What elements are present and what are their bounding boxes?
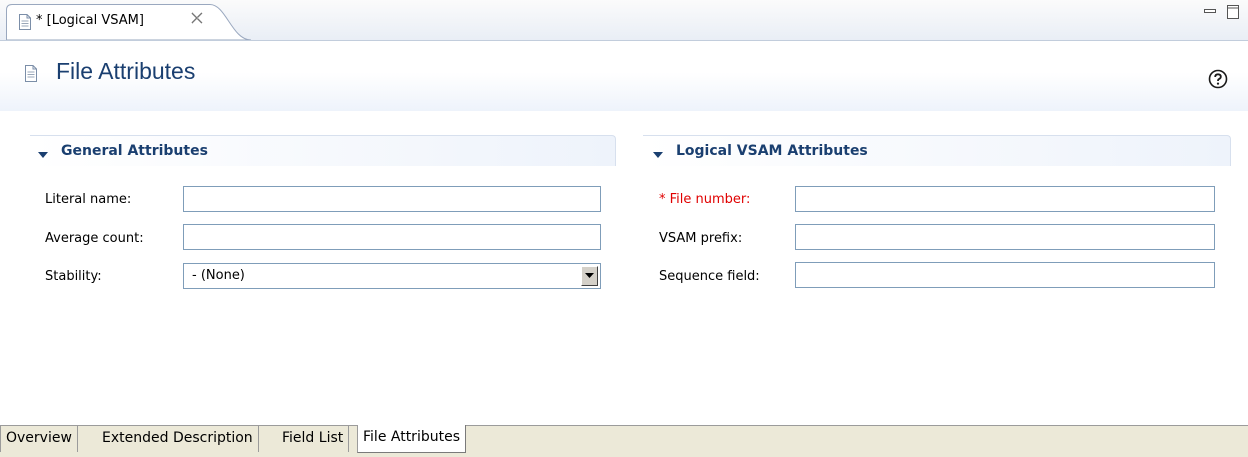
tab-field-list[interactable]: Field List [277, 426, 350, 452]
file-number-input[interactable] [795, 186, 1215, 212]
stability-dropdown[interactable]: - (None) [183, 263, 601, 289]
expand-arrow-icon[interactable] [38, 148, 48, 163]
average-count-input[interactable] [183, 224, 601, 250]
page-title: File Attributes [56, 58, 196, 84]
tab-file-attributes[interactable]: File Attributes [357, 425, 466, 453]
average-count-label: Average count: [45, 231, 144, 246]
form-header: File Attributes [0, 41, 1248, 111]
vsam-prefix-input[interactable] [795, 224, 1215, 250]
chevron-down-icon[interactable] [581, 266, 598, 286]
file-number-label: * File number: [659, 192, 751, 207]
help-icon[interactable] [1208, 69, 1228, 93]
maximize-icon[interactable] [1226, 4, 1240, 24]
section-title[interactable]: General Attributes [61, 143, 208, 159]
editor-tab-bar: * [Logical VSAM] [0, 0, 1248, 41]
tab-extended-description[interactable]: Extended Description [97, 426, 259, 452]
page-tab-bar: Overview Extended Description Field List… [0, 425, 1248, 457]
tab-overview[interactable]: Overview [0, 426, 78, 452]
vsam-prefix-label: VSAM prefix: [659, 231, 743, 246]
close-icon[interactable] [191, 10, 203, 28]
minimize-icon[interactable] [1203, 4, 1217, 22]
editor-tab[interactable]: * [Logical VSAM] [6, 4, 252, 40]
document-icon [18, 14, 32, 34]
sequence-field-input[interactable] [795, 262, 1215, 288]
document-icon [24, 65, 38, 86]
literal-name-input[interactable] [183, 186, 601, 212]
stability-label: Stability: [45, 269, 102, 284]
expand-arrow-icon[interactable] [653, 148, 663, 163]
sequence-field-label: Sequence field: [659, 269, 760, 284]
editor-tab-title: * [Logical VSAM] [36, 13, 144, 28]
literal-name-label: Literal name: [45, 192, 132, 207]
logical-vsam-attributes-section: Logical VSAM Attributes [643, 135, 1231, 166]
section-title[interactable]: Logical VSAM Attributes [676, 143, 868, 159]
stability-selected-value: - (None) [192, 268, 245, 283]
general-attributes-section: General Attributes [30, 135, 616, 166]
